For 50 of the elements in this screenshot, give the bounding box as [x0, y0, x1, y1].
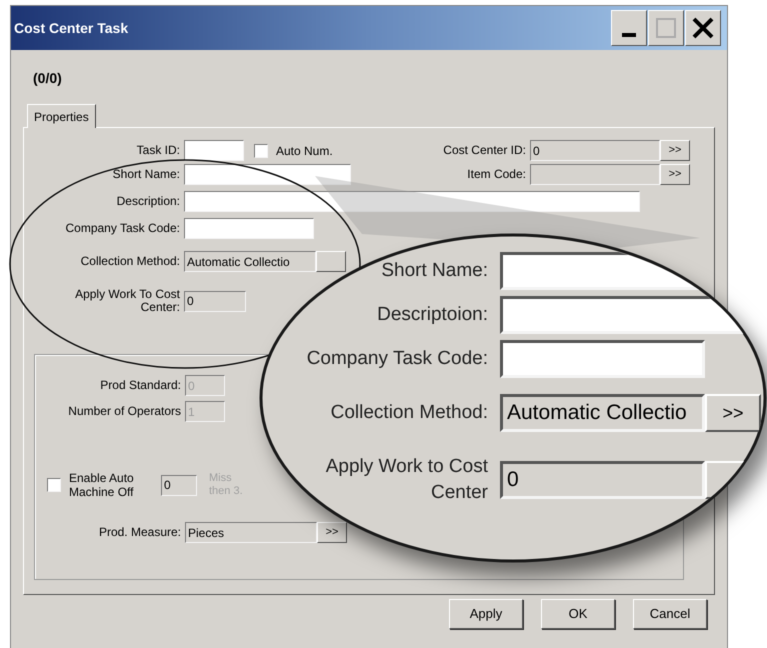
field-label: Prod. Measure:	[98, 526, 182, 539]
dropdown-field[interactable]: Automatic Collectio	[184, 251, 316, 272]
close-icon	[692, 17, 714, 39]
field-label: Prod Standard:	[99, 379, 182, 392]
input-field[interactable]	[184, 140, 244, 161]
dialog-button[interactable]: Cancel	[633, 599, 707, 629]
input-field[interactable]	[500, 340, 705, 378]
field-label: Company Task Code:	[64, 222, 181, 235]
input-field[interactable]	[184, 164, 351, 185]
field-label: Cost Center ID:	[442, 144, 527, 157]
checkbox-label: Enable Auto Machine Off	[69, 471, 135, 499]
field-label: Short Name:	[381, 258, 488, 283]
field-label: Task ID:	[136, 144, 181, 157]
dropdown-field[interactable]: Automatic Collectio	[500, 394, 705, 432]
field-label: Apply Work To Cost Center:	[74, 288, 181, 314]
tab[interactable]: Properties	[27, 104, 96, 128]
minimize-icon	[622, 33, 636, 37]
browse-button[interactable]: >>	[705, 394, 761, 432]
input-field[interactable]: 0	[530, 140, 660, 161]
record-counter: (0/0)	[33, 69, 62, 88]
maximize-icon	[656, 18, 676, 38]
browse-button[interactable]: >>	[660, 140, 690, 161]
maximize-button[interactable]	[648, 10, 684, 46]
input-field[interactable]	[184, 191, 640, 212]
dropdown-field[interactable]: 0	[500, 461, 705, 499]
field-label: Company Task Code:	[306, 346, 488, 371]
browse-button[interactable]	[316, 251, 346, 272]
input-field[interactable]: 0	[161, 474, 197, 496]
checkbox[interactable]	[254, 144, 268, 158]
input-field[interactable]	[530, 164, 660, 185]
field-label: Short Name:	[112, 168, 181, 181]
close-button[interactable]	[685, 10, 721, 46]
checkbox-label: Auto Num.	[276, 142, 333, 160]
minimize-button[interactable]	[611, 10, 647, 46]
browse-button[interactable]: >>	[660, 164, 690, 185]
dialog-button[interactable]: OK	[541, 599, 615, 629]
field-label: Descriptoion:	[377, 302, 488, 327]
checkbox[interactable]	[47, 478, 61, 492]
field-label: Collection Method:	[330, 400, 488, 425]
field-label: Description:	[116, 195, 181, 208]
input-field[interactable]: 0	[184, 290, 246, 312]
field-label: Item Code:	[466, 168, 527, 181]
field-label: Apply Work to Cost Center	[324, 455, 488, 505]
field-label: Collection Method:	[80, 255, 181, 268]
dialog-button[interactable]: Apply	[449, 599, 523, 629]
window-title: Cost Center Task	[14, 18, 128, 38]
field-label: Number of Operators	[67, 405, 182, 418]
input-field[interactable]	[184, 218, 314, 239]
browse-button[interactable]: >>	[317, 522, 347, 543]
dropdown-field[interactable]: Pieces	[185, 522, 317, 543]
